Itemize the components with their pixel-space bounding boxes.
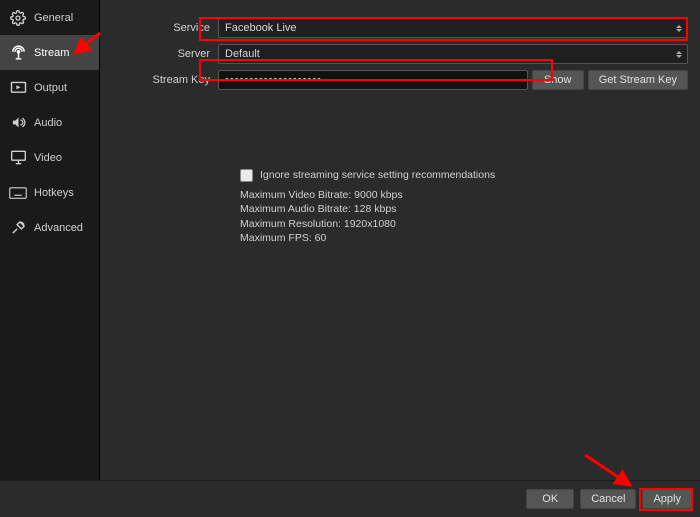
sidebar-item-label: Audio <box>34 117 62 129</box>
broadcast-icon <box>9 44 27 62</box>
server-dropdown[interactable]: Default <box>218 44 688 64</box>
ok-button[interactable]: OK <box>526 489 574 509</box>
sidebar-item-label: General <box>34 12 73 24</box>
sidebar-item-general[interactable]: General <box>0 0 99 35</box>
service-info: Ignore streaming service setting recomme… <box>240 168 688 245</box>
speaker-icon <box>9 114 27 132</box>
sidebar-item-label: Output <box>34 82 67 94</box>
get-streamkey-button[interactable]: Get Stream Key <box>588 70 688 90</box>
sidebar-item-video[interactable]: Video <box>0 140 99 175</box>
chevron-updown-icon <box>674 19 684 37</box>
keyboard-icon <box>9 184 27 202</box>
info-line: Maximum FPS: 60 <box>240 231 688 245</box>
dialog-footer: OK Cancel Apply <box>0 480 700 517</box>
server-label: Server <box>100 48 218 60</box>
settings-main-panel: Service Facebook Live Server Default Str… <box>100 0 700 480</box>
tools-icon <box>9 219 27 237</box>
sidebar-item-audio[interactable]: Audio <box>0 105 99 140</box>
ignore-recommendations-label: Ignore streaming service setting recomme… <box>260 168 495 182</box>
streamkey-label: Stream Key <box>100 74 218 86</box>
sidebar-item-hotkeys[interactable]: Hotkeys <box>0 175 99 210</box>
gear-icon <box>9 9 27 27</box>
sidebar-item-advanced[interactable]: Advanced <box>0 210 99 245</box>
ignore-recommendations-checkbox[interactable] <box>240 169 253 182</box>
sidebar-item-label: Hotkeys <box>34 187 74 199</box>
service-dropdown[interactable]: Facebook Live <box>218 18 688 38</box>
service-label: Service <box>100 22 218 34</box>
output-icon <box>9 79 27 97</box>
sidebar-item-label: Advanced <box>34 222 83 234</box>
streamkey-value: •••••••••••••••••••• <box>225 74 322 86</box>
info-line: Maximum Audio Bitrate: 128 kbps <box>240 202 688 216</box>
service-value: Facebook Live <box>225 22 297 34</box>
sidebar-item-stream[interactable]: Stream <box>0 35 99 70</box>
show-button[interactable]: Show <box>532 70 584 90</box>
info-line: Maximum Resolution: 1920x1080 <box>240 217 688 231</box>
chevron-updown-icon <box>674 45 684 63</box>
server-value: Default <box>225 48 260 60</box>
sidebar-item-label: Stream <box>34 47 69 59</box>
monitor-icon <box>9 149 27 167</box>
settings-sidebar: General Stream Output Audio Video Hotkey… <box>0 0 100 480</box>
apply-button[interactable]: Apply <box>642 489 692 509</box>
sidebar-item-output[interactable]: Output <box>0 70 99 105</box>
cancel-button[interactable]: Cancel <box>580 489 636 509</box>
sidebar-item-label: Video <box>34 152 62 164</box>
info-line: Maximum Video Bitrate: 9000 kbps <box>240 188 688 202</box>
streamkey-input[interactable]: •••••••••••••••••••• <box>218 70 528 90</box>
